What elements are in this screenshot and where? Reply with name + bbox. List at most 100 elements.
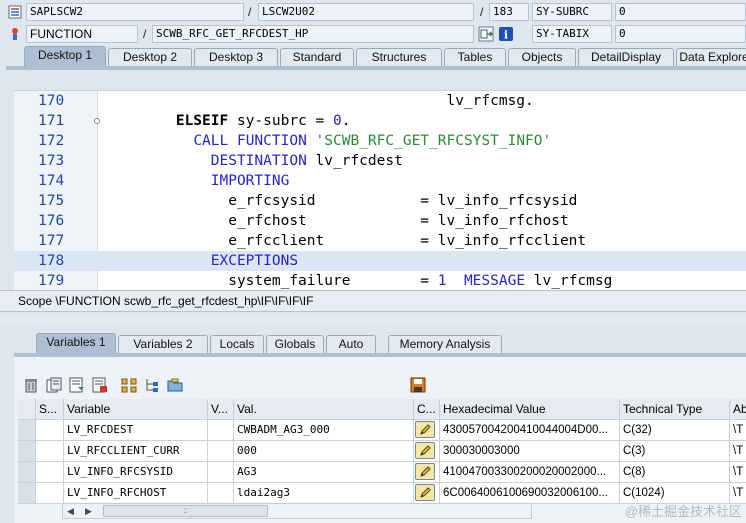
event-type-field[interactable]: FUNCTION	[26, 25, 138, 43]
value-cell[interactable]: CWBADM_AG3_000	[234, 420, 414, 441]
svg-text:i: i	[504, 29, 508, 42]
tab-memory-analysis[interactable]: Memory Analysis	[388, 335, 502, 354]
change-cell	[414, 483, 440, 504]
code-line[interactable]: 170 lv_rfcmsg.	[14, 91, 746, 111]
column-header-value[interactable]: Val.	[234, 399, 414, 420]
tab-underline	[6, 66, 746, 70]
event-name-field[interactable]: SCWB_RFC_GET_RFCDEST_HP	[152, 25, 474, 43]
fold-marker-icon[interactable]	[94, 118, 100, 124]
separator: /	[143, 27, 147, 41]
tab-data-explorer[interactable]: Data Explorer	[676, 48, 746, 67]
code-line[interactable]: 179 system_failure = 1 MESSAGE lv_rfcmsg	[14, 271, 746, 290]
line-number: 175	[38, 193, 65, 209]
hex-cell: 410047003300200020002000...	[440, 462, 620, 483]
code-token: e_rfchost = lv_info_rfchost	[106, 213, 569, 229]
code-token: IMPORTING	[210, 173, 290, 189]
column-header-hex[interactable]: Hexadecimal Value	[440, 399, 620, 420]
scroll-left-icon[interactable]: ◀	[67, 504, 74, 518]
tab-detaildisplay[interactable]: DetailDisplay	[578, 48, 674, 67]
row-selector[interactable]	[18, 483, 36, 504]
code-token: CALL FUNCTION	[193, 133, 307, 149]
group-icon[interactable]	[120, 376, 138, 394]
code-line[interactable]: 174 IMPORTING	[14, 171, 746, 191]
tab-tables[interactable]: Tables	[444, 48, 506, 67]
scope-bar: Scope \FUNCTION scwb_rfc_get_rfcdest_hp\…	[0, 290, 746, 312]
info-icon[interactable]: i	[498, 26, 514, 42]
tab-standard[interactable]: Standard	[280, 48, 354, 67]
tab-desktop-1[interactable]: Desktop 1	[24, 46, 106, 67]
import-icon[interactable]	[68, 376, 86, 394]
column-header-type[interactable]: Technical Type	[620, 399, 730, 420]
scroll-right-icon[interactable]: ▶	[85, 504, 92, 518]
tab-auto[interactable]: Auto	[326, 335, 376, 354]
horizontal-scrollbar[interactable]: ◀ ▶ ::	[62, 503, 532, 519]
value-cell[interactable]: ldai2ag3	[234, 483, 414, 504]
code-line[interactable]: 172 CALL FUNCTION 'SCWB_RFC_GET_RFCSYST_…	[14, 131, 746, 151]
tab-locals[interactable]: Locals	[210, 335, 264, 354]
code-token: e_rfcclient = lv_info_rfcclient	[106, 233, 587, 249]
navigate-icon[interactable]	[478, 26, 494, 42]
row-selector[interactable]	[18, 420, 36, 441]
program-field[interactable]: SAPLSCW2	[26, 3, 244, 21]
source-code-editor[interactable]: 170 lv_rfcmsg. 171 ELSEIF sy-subrc = 0. 17…	[14, 90, 746, 290]
export-icon[interactable]	[91, 376, 109, 394]
v-cell	[208, 420, 234, 441]
tab-desktop-2[interactable]: Desktop 2	[108, 48, 192, 67]
column-header-change[interactable]: C...	[414, 399, 440, 420]
column-header-variable[interactable]: Variable	[64, 399, 208, 420]
folder-icon[interactable]	[166, 376, 184, 394]
value-cell[interactable]: 000	[234, 441, 414, 462]
tab-structures[interactable]: Structures	[356, 48, 442, 67]
column-header-s[interactable]: S...	[36, 399, 64, 420]
tree-icon[interactable]	[143, 376, 161, 394]
hex-cell: 430057004200410044004D00...	[440, 420, 620, 441]
value-cell[interactable]: AG3	[234, 462, 414, 483]
pane-splitter[interactable]	[0, 314, 746, 326]
line-number-field[interactable]: 183	[489, 3, 529, 21]
change-cell	[414, 462, 440, 483]
variables-tabstrip: Variables 1 Variables 2 Locals Globals A…	[36, 333, 746, 354]
code-line[interactable]: 171 ELSEIF sy-subrc = 0.	[14, 111, 746, 131]
function-icon	[8, 27, 22, 41]
delete-icon[interactable]	[22, 376, 40, 394]
code-token: EXCEPTIONS	[210, 253, 299, 269]
delete-all-icon[interactable]	[45, 376, 63, 394]
code-line[interactable]: 178 EXCEPTIONS	[14, 251, 746, 271]
code-line[interactable]: 175 e_rfcsysid = lv_info_rfcsysid	[14, 191, 746, 211]
tab-desktop-3[interactable]: Desktop 3	[194, 48, 278, 67]
save-icon[interactable]	[409, 376, 427, 394]
variables-toolbar	[22, 376, 432, 394]
column-header-v[interactable]: V...	[208, 399, 234, 420]
tab-variables-1[interactable]: Variables 1	[36, 333, 116, 354]
subrc-value: 0	[615, 3, 746, 21]
hex-cell: 300030003000	[440, 441, 620, 462]
tab-globals[interactable]: Globals	[266, 335, 324, 354]
line-number: 178	[38, 253, 65, 269]
table-row[interactable]: LV_INFO_RFCSYSID AG3 410047003300200020002…	[18, 462, 746, 483]
code-line[interactable]: 173 DESTINATION lv_rfcdest	[14, 151, 746, 171]
code-token: sy-subrc =	[228, 113, 333, 129]
line-number: 173	[38, 153, 65, 169]
edit-pencil-icon[interactable]	[415, 442, 435, 459]
table-row[interactable]: LV_RFCDEST CWBADM_AG3_000 4300570042004100…	[18, 420, 746, 441]
edit-pencil-icon[interactable]	[415, 421, 435, 438]
scrollbar-thumb[interactable]: ::	[103, 505, 268, 517]
include-field[interactable]: LSCW2U02	[258, 3, 474, 21]
code-token: lv_rfcmsg	[525, 273, 613, 289]
column-header-absolute[interactable]: Ab	[730, 399, 746, 420]
row-selector[interactable]	[18, 462, 36, 483]
edit-pencil-icon[interactable]	[415, 484, 435, 501]
edit-pencil-icon[interactable]	[415, 463, 435, 480]
tab-objects[interactable]: Objects	[508, 48, 576, 67]
code-text: EXCEPTIONS	[106, 251, 298, 271]
line-number: 179	[38, 273, 65, 289]
code-line[interactable]: 176 e_rfchost = lv_info_rfchost	[14, 211, 746, 231]
tab-variables-2[interactable]: Variables 2	[118, 335, 208, 354]
code-line[interactable]: 177 e_rfcclient = lv_info_rfcclient	[14, 231, 746, 251]
row-selector[interactable]	[18, 441, 36, 462]
code-token: system_failure =	[106, 273, 438, 289]
table-row[interactable]: LV_RFCCLIENT_CURR 000 300030003000 C(3) \T	[18, 441, 746, 462]
